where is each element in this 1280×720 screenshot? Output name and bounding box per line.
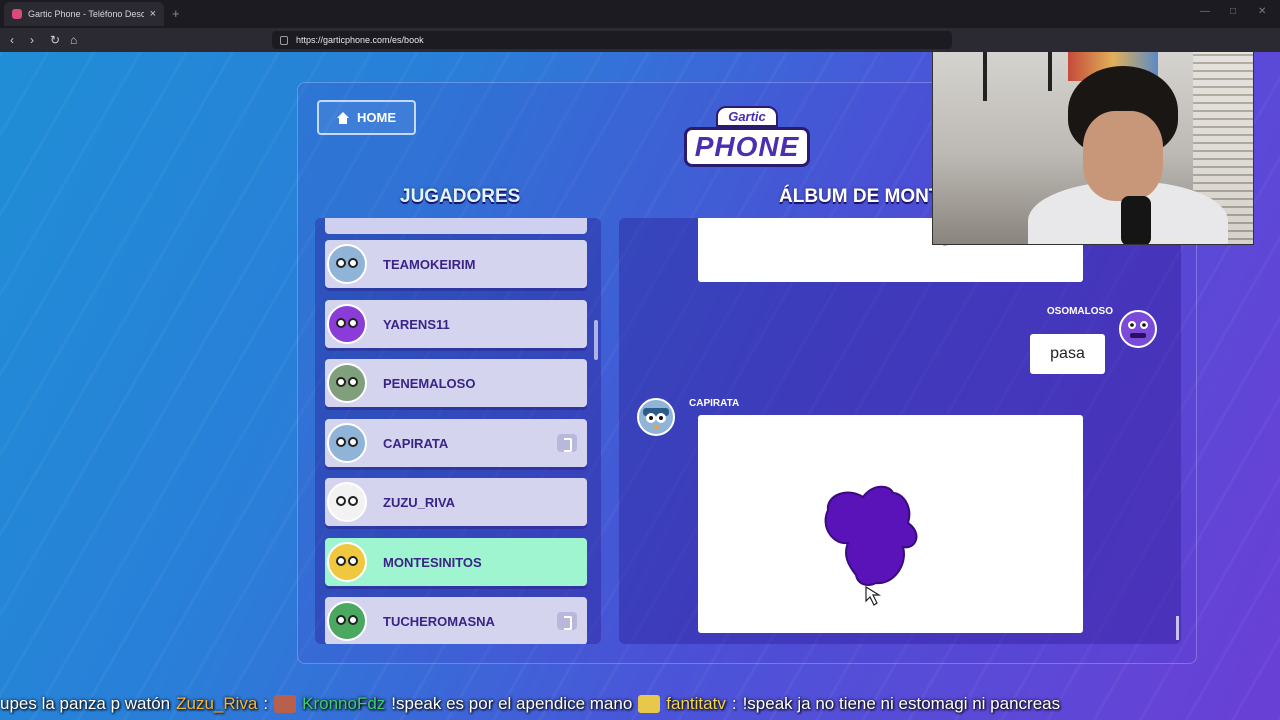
player-row[interactable]: YARENS11 [325, 300, 587, 348]
chat-message: !speak es por el apendice mano [391, 694, 633, 713]
avatar-eye [336, 258, 346, 268]
chat-username: KronnoFdz [302, 694, 386, 713]
tab-title: Gartic Phone - Teléfono Descon... [28, 9, 144, 19]
chat-username: fantitatv [666, 694, 726, 713]
player-row[interactable]: TUCHEROMASNA [325, 597, 587, 644]
player-row[interactable]: MONTESINITOS [325, 538, 587, 586]
players-list[interactable]: TEAMOKEIRIM YARENS11 PENEMALOSO CAPIRATA ZUZ… [315, 218, 601, 644]
browser-nav-bar: ‹ › ↻ ⌂ https://garticphone.com/es/book [0, 28, 1280, 52]
minimize-icon[interactable]: — [1200, 6, 1210, 17]
album-scrollbar[interactable] [1176, 616, 1179, 640]
tab-close-icon[interactable]: × [150, 8, 156, 20]
avatar-eye [348, 318, 358, 328]
player-name: TEAMOKEIRIM [383, 256, 476, 272]
url-text: https://garticphone.com/es/book [296, 35, 424, 45]
maximize-icon[interactable]: □ [1230, 6, 1236, 17]
avatar-eye [348, 258, 358, 268]
forward-icon[interactable]: › [30, 32, 34, 48]
webcam-microphone [1121, 196, 1151, 244]
players-scrollbar[interactable] [594, 320, 598, 360]
avatar-eye [348, 615, 358, 625]
webcam-person-face [1083, 111, 1163, 201]
game-page: HOME Gartic PHONE JUGADORES ÁLBUM DE MON… [0, 52, 1280, 720]
avatar-eye [336, 496, 346, 506]
chat-emote-icon [274, 695, 297, 713]
player-avatar [327, 423, 367, 463]
reload-icon[interactable]: ↻ [50, 32, 60, 48]
capirata-avatar [637, 398, 675, 436]
avatar-eye [348, 437, 358, 447]
chat-fragment: upes la panza p watón [0, 694, 171, 713]
chat-separator: : [263, 694, 269, 713]
back-icon[interactable]: ‹ [10, 32, 14, 48]
avatar-eye [336, 318, 346, 328]
text-entry-bubble: pasa [1030, 334, 1105, 374]
browser-tab-bar: Gartic Phone - Teléfono Descon... × + — … [0, 0, 1280, 28]
text-entry-author: OSOMALOSO [1046, 306, 1113, 317]
chat-separator: : [731, 694, 737, 713]
player-name: CAPIRATA [383, 435, 449, 451]
kick-player-icon[interactable] [557, 434, 577, 452]
album-title: ÁLBUM DE MONT [779, 186, 941, 207]
album-panel[interactable]: OSOMALOSO pasa CAPIRATA [619, 218, 1181, 644]
chat-ticker: upes la panza p watón Zuzu_Riva : Kronno… [0, 688, 1280, 720]
lock-icon [280, 35, 288, 45]
chat-message: !speak ja no tiene ni estomagi ni pancre… [742, 694, 1061, 713]
player-name: ZUZU_RIVA [383, 494, 455, 510]
avatar-eye [336, 615, 346, 625]
player-name: YARENS11 [383, 316, 450, 332]
osomaloso-avatar [1119, 310, 1157, 348]
home-button[interactable]: HOME [317, 100, 416, 135]
player-name: TUCHEROMASNA [383, 613, 495, 629]
player-drawing [824, 485, 918, 606]
logo-main-text: PHONE [683, 126, 811, 167]
house-icon [337, 111, 349, 124]
webcam-cable [1048, 52, 1052, 91]
player-row[interactable]: PENEMALOSO [325, 359, 587, 407]
kick-player-icon[interactable] [557, 612, 577, 630]
avatar-eye [336, 437, 346, 447]
home-icon[interactable]: ⌂ [70, 32, 77, 48]
logo-top-text: Gartic [716, 105, 778, 127]
chat-emote-icon [638, 695, 661, 713]
player-avatar [327, 363, 367, 403]
avatar-eye [336, 377, 346, 387]
player-row[interactable]: ZUZU_RIVA [325, 478, 587, 526]
home-button-label: HOME [357, 110, 396, 125]
close-window-icon[interactable]: ✕ [1258, 6, 1266, 17]
browser-tab[interactable]: Gartic Phone - Teléfono Descon... × [4, 2, 164, 26]
new-tab-icon[interactable]: + [172, 6, 180, 21]
player-row[interactable]: TEAMOKEIRIM [325, 240, 587, 288]
drawing-entry-author: CAPIRATA [689, 398, 740, 409]
player-avatar [327, 304, 367, 344]
webcam-overlay [932, 52, 1254, 245]
player-row[interactable]: CAPIRATA [325, 419, 587, 467]
drawing-card [698, 415, 1083, 633]
players-title: JUGADORES [400, 186, 521, 207]
player-name: PENEMALOSO [383, 375, 476, 391]
player-avatar [327, 482, 367, 522]
player-avatar [327, 601, 367, 641]
avatar-eye [348, 496, 358, 506]
gartic-phone-logo: Gartic PHONE [683, 100, 811, 172]
webcam-cable [983, 52, 987, 101]
url-bar[interactable]: https://garticphone.com/es/book [272, 31, 952, 49]
avatar-eye [336, 556, 346, 566]
player-name: MONTESINITOS [383, 554, 482, 570]
player-row-partial [325, 218, 587, 234]
avatar-eye [348, 377, 358, 387]
gartic-favicon-icon [12, 9, 22, 19]
avatar-eye [348, 556, 358, 566]
player-avatar [327, 542, 367, 582]
player-avatar [327, 244, 367, 284]
chat-username: Zuzu_Riva [176, 694, 258, 713]
